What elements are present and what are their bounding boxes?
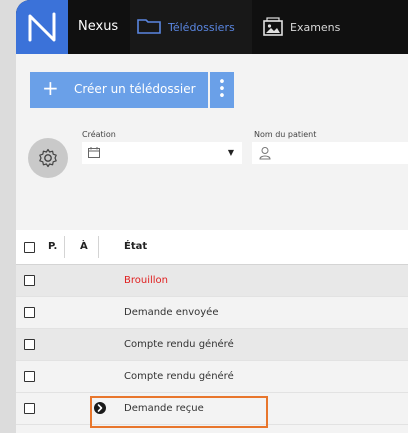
patient-name-field-wrapper: [252, 142, 408, 164]
app-window: Nexus Télédossiers Examens + Créer un té…: [16, 0, 408, 433]
etat-cell: Compte rendu généré: [124, 339, 234, 350]
table-row[interactable]: Compte rendu généré: [16, 329, 408, 361]
tab-examens-label: Examens: [290, 21, 341, 34]
arrow-right-circle-icon[interactable]: [94, 402, 106, 414]
table-row[interactable]: Brouillon: [16, 265, 408, 297]
table-row[interactable]: Demande envoyée: [16, 297, 408, 329]
column-header-p[interactable]: P.: [48, 241, 57, 252]
vertical-dots-icon: • • •: [218, 75, 226, 104]
calendar-icon: [88, 147, 100, 158]
tab-teledossiers[interactable]: Télédossiers: [130, 0, 252, 54]
row-checkbox[interactable]: [24, 371, 35, 382]
chevron-down-icon: ▼: [227, 148, 234, 157]
row-checkbox[interactable]: [24, 275, 35, 286]
table-row[interactable]: Compte rendu généré: [16, 361, 408, 393]
column-header-etat[interactable]: État: [124, 241, 147, 252]
more-actions-button[interactable]: • • •: [210, 72, 234, 108]
etat-cell: Brouillon: [124, 275, 168, 286]
create-teledossier-button[interactable]: + Créer un télédossier: [30, 72, 208, 108]
image-icon: [263, 17, 283, 36]
column-header-a[interactable]: À: [80, 241, 88, 252]
creation-date-select[interactable]: ▼: [82, 142, 242, 164]
settings-button[interactable]: [28, 138, 68, 178]
etat-cell: Demande reçue: [124, 403, 204, 414]
create-teledossier-label: Créer un télédossier: [74, 82, 196, 96]
brand-name[interactable]: Nexus: [78, 19, 118, 34]
row-checkbox[interactable]: [24, 403, 35, 414]
gear-icon: [39, 148, 57, 168]
patient-name-filter-label: Nom du patient: [254, 130, 317, 139]
table-header: P. À État: [16, 230, 408, 265]
select-all-checkbox[interactable]: [24, 242, 35, 253]
etat-cell: Demande envoyée: [124, 307, 219, 318]
table-row[interactable]: Demande reçue: [16, 393, 408, 425]
row-checkbox[interactable]: [24, 339, 35, 350]
patient-name-input[interactable]: [276, 144, 408, 164]
nexus-logo-icon: [28, 12, 56, 42]
column-divider: [98, 236, 99, 258]
logo[interactable]: [16, 0, 68, 54]
row-checkbox[interactable]: [24, 307, 35, 318]
creation-filter-label: Création: [82, 130, 116, 139]
tab-teledossiers-label: Télédossiers: [168, 21, 235, 34]
tab-examens[interactable]: Examens: [256, 0, 376, 54]
column-divider: [64, 236, 65, 258]
etat-cell: Compte rendu généré: [124, 371, 234, 382]
top-navigation-bar: Nexus Télédossiers Examens: [16, 0, 408, 54]
user-icon: [259, 147, 271, 160]
plus-icon: +: [42, 76, 59, 100]
folder-icon: [137, 19, 161, 34]
